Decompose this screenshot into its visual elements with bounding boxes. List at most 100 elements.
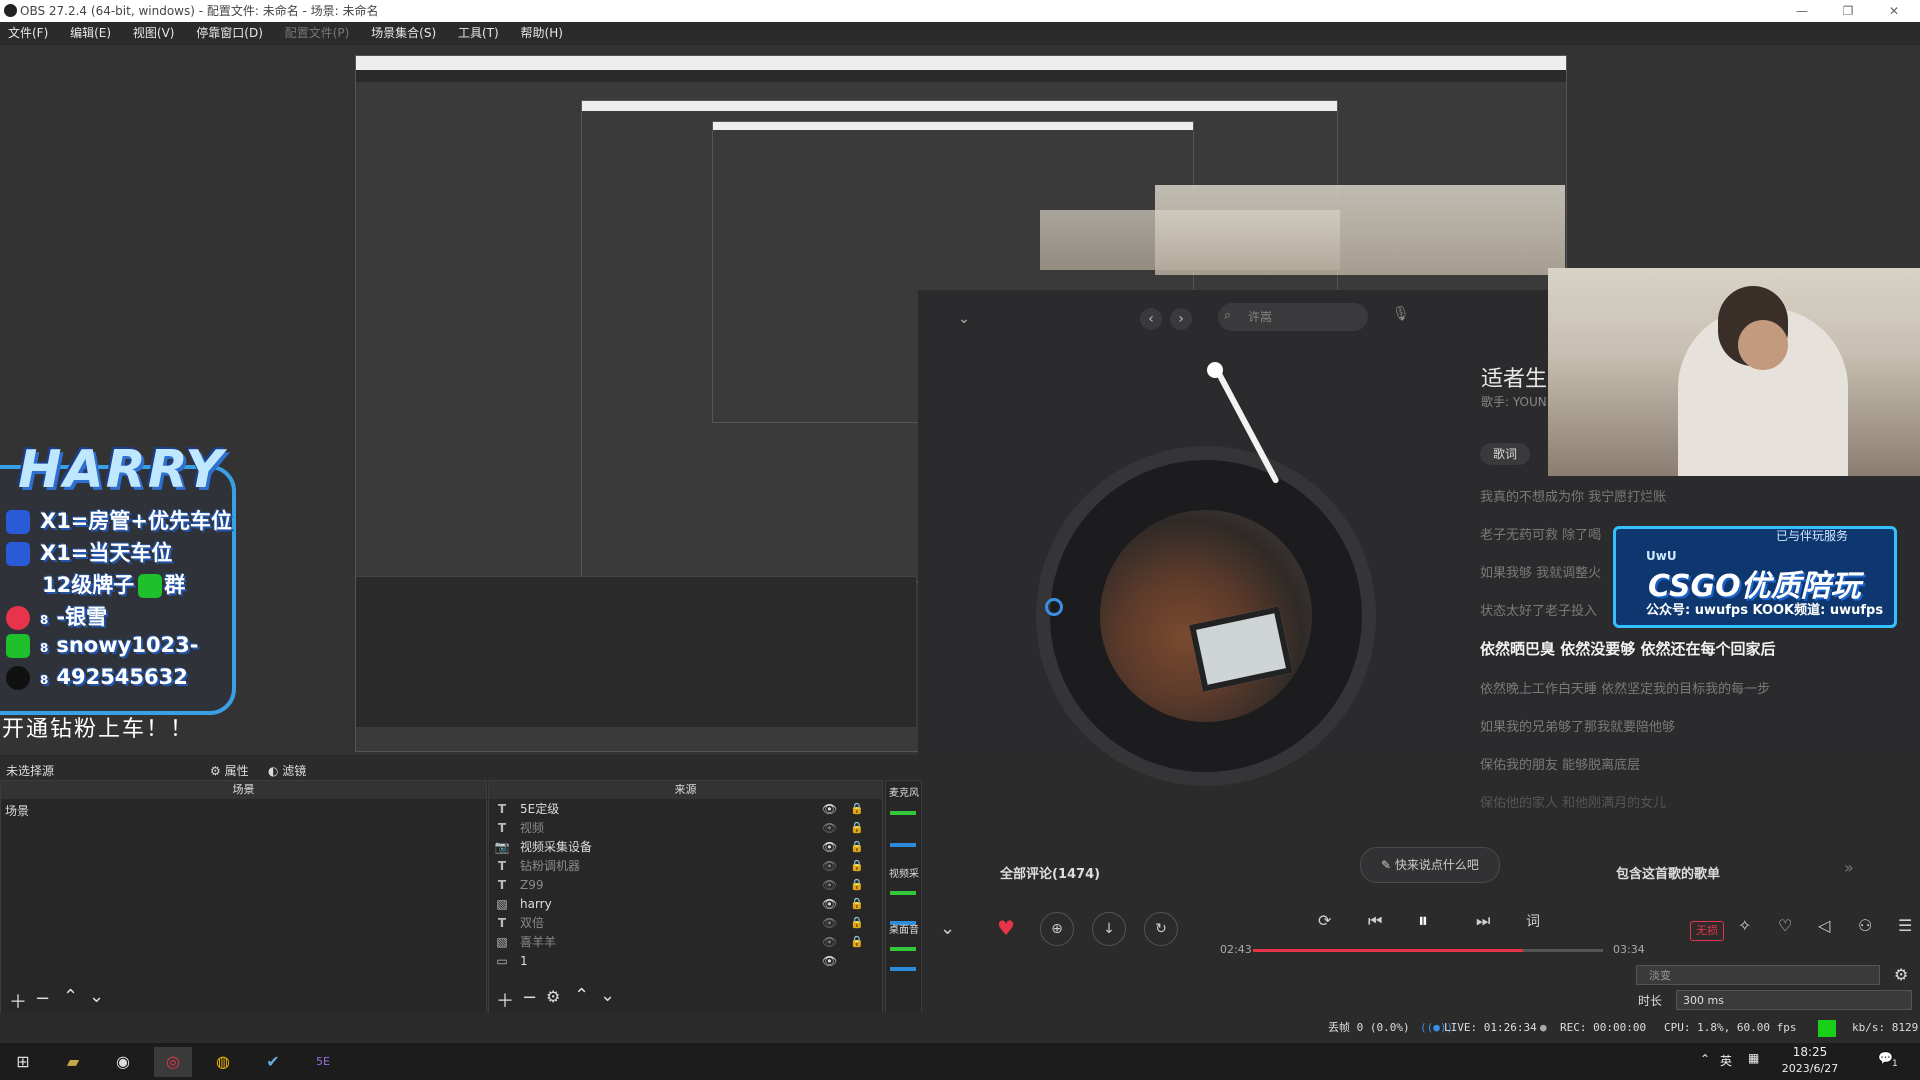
dropped-frames: 丢帧 0 (0.0%) bbox=[1328, 1021, 1410, 1034]
album-cover bbox=[1100, 510, 1312, 722]
steam-app-icon[interactable]: ✔ bbox=[254, 1047, 292, 1077]
transition-settings-icon[interactable]: ⚙ bbox=[1894, 965, 1908, 984]
obs-title-bar: OBS 27.2.4 (64-bit, windows) - 配置文件: 未命名… bbox=[0, 0, 1920, 22]
collapse-icon[interactable]: ⌄ bbox=[953, 308, 975, 330]
notification-icon[interactable]: 💬 bbox=[1878, 1051, 1893, 1065]
visibility-eye-icon[interactable]: 👁 bbox=[822, 840, 837, 854]
visibility-eye-icon[interactable]: 👁 bbox=[822, 821, 837, 835]
say-something-button[interactable]: ✎ 快来说点什么吧 bbox=[1360, 847, 1500, 883]
move-up-button[interactable]: ⌃ bbox=[574, 985, 589, 1006]
volume-slider[interactable] bbox=[890, 843, 916, 847]
tonearm-pivot bbox=[1207, 362, 1223, 378]
menu-edit[interactable]: 编辑(E) bbox=[70, 26, 111, 40]
menu-tools[interactable]: 工具(T) bbox=[458, 26, 499, 40]
comments-label[interactable]: 全部评论(1474) bbox=[1000, 863, 1100, 882]
visibility-eye-icon[interactable]: 👁 bbox=[822, 802, 837, 816]
lyric-line: 如果我够 我就调整火 bbox=[1480, 566, 1602, 581]
music-search-input[interactable]: 许嵩 bbox=[1218, 303, 1368, 331]
lyrics-toggle-button[interactable]: 词 bbox=[1526, 911, 1540, 931]
lock-icon[interactable]: 🔒 bbox=[850, 802, 864, 815]
5e-app-icon[interactable]: 5E bbox=[304, 1047, 342, 1077]
clock-date[interactable]: 2023/6/27 bbox=[1770, 1062, 1850, 1075]
lock-icon[interactable]: 🔒 bbox=[850, 821, 864, 834]
netease-music-app-icon[interactable]: ◎ bbox=[154, 1047, 192, 1077]
maximize-button[interactable]: ❐ bbox=[1826, 0, 1870, 22]
lock-icon[interactable]: 🔒 bbox=[850, 897, 864, 910]
menu-view[interactable]: 视图(V) bbox=[133, 26, 175, 40]
loop-icon[interactable]: ⟳ bbox=[1318, 911, 1331, 930]
move-down-button[interactable]: ⌄ bbox=[600, 985, 615, 1006]
move-down-button[interactable]: ⌄ bbox=[89, 986, 104, 1007]
mic-icon[interactable]: 🎙 bbox=[1392, 306, 1410, 322]
duration-input[interactable]: 300 ms bbox=[1676, 990, 1912, 1010]
visibility-eye-icon[interactable]: 👁 bbox=[822, 878, 837, 892]
volume-icon[interactable]: ◁ bbox=[1818, 916, 1830, 935]
add-to-playlist-icon[interactable]: ⊕ bbox=[1040, 912, 1074, 946]
playlist-queue-icon[interactable]: ☰ bbox=[1898, 916, 1912, 935]
audio-mixer: 麦克风 视频采 桌面音 bbox=[885, 780, 922, 1015]
lock-icon[interactable]: 🔒 bbox=[850, 859, 864, 872]
x1-icon bbox=[6, 510, 30, 534]
lock-icon[interactable]: 🔒 bbox=[850, 878, 864, 891]
forward-icon[interactable]: › bbox=[1170, 308, 1192, 330]
pause-icon[interactable]: ⏸ bbox=[1418, 908, 1428, 932]
menu-file[interactable]: 文件(F) bbox=[8, 26, 48, 40]
lossless-badge[interactable]: 无损 bbox=[1690, 921, 1724, 941]
next-icon[interactable]: ⏭ bbox=[1476, 911, 1490, 931]
chevron-right-icon[interactable]: » bbox=[1844, 858, 1854, 877]
close-button[interactable]: ✕ bbox=[1872, 0, 1916, 22]
listen-together-icon[interactable]: ⚇ bbox=[1858, 916, 1872, 935]
lyric-line: 我真的不想成为你 我宁愿打烂账 bbox=[1480, 490, 1667, 505]
playlists-label[interactable]: 包含这首歌的歌单 bbox=[1616, 863, 1720, 882]
ime-indicator[interactable]: 英 bbox=[1720, 1052, 1732, 1069]
windows-start-icon[interactable]: ⊞ bbox=[4, 1047, 42, 1077]
cpu-fps: CPU: 1.8%, 60.00 fps bbox=[1664, 1021, 1797, 1034]
previous-icon[interactable]: ⏮ bbox=[1368, 911, 1382, 931]
download-icon[interactable]: ↓ bbox=[1092, 912, 1126, 946]
info-line-5: 8 snowy1023- bbox=[6, 633, 199, 663]
csgo-app-icon[interactable]: ▰ bbox=[54, 1047, 92, 1077]
remove-scene-button[interactable]: − bbox=[35, 988, 50, 1009]
promo-text: 开通钻粉上车！！ bbox=[2, 717, 195, 742]
lock-icon[interactable]: 🔒 bbox=[850, 916, 864, 929]
visibility-eye-icon[interactable]: 👁 bbox=[822, 954, 837, 968]
minimize-button[interactable]: — bbox=[1780, 0, 1824, 22]
chrome-app-icon[interactable]: ◍ bbox=[204, 1047, 242, 1077]
visibility-eye-icon[interactable]: 👁 bbox=[822, 859, 837, 873]
menu-scene-collection[interactable]: 场景集合(S) bbox=[371, 26, 436, 40]
obs-app-icon[interactable]: ◉ bbox=[104, 1047, 142, 1077]
back-icon[interactable]: ‹ bbox=[1140, 308, 1162, 330]
effects-icon[interactable]: ✧ bbox=[1738, 916, 1751, 935]
progress-track[interactable] bbox=[1253, 949, 1603, 952]
menu-docks[interactable]: 停靠窗口(D) bbox=[196, 26, 263, 40]
progress-fill bbox=[1253, 949, 1523, 952]
menu-profile[interactable]: 配置文件(P) bbox=[285, 26, 350, 40]
collapse-player-icon[interactable]: ⌄ bbox=[940, 918, 955, 939]
keyboard-icon[interactable]: ▦ bbox=[1748, 1051, 1759, 1065]
song-singer[interactable]: 歌手: YOUN bbox=[1481, 393, 1547, 410]
heart-mode-icon[interactable]: ♡ bbox=[1778, 916, 1792, 935]
visibility-eye-icon[interactable]: 👁 bbox=[822, 935, 837, 949]
visibility-eye-icon[interactable]: 👁 bbox=[822, 897, 837, 911]
tray-expand-icon[interactable]: ⌃ bbox=[1700, 1052, 1710, 1066]
source-settings-icon[interactable]: ⚙ bbox=[546, 987, 560, 1006]
song-title: 适者生 bbox=[1481, 367, 1548, 392]
share-icon[interactable]: ↻ bbox=[1144, 912, 1178, 946]
like-heart-icon[interactable]: ♥ bbox=[990, 912, 1022, 944]
mixer-label: 麦克风 bbox=[889, 788, 919, 799]
volume-slider[interactable] bbox=[890, 967, 916, 971]
move-up-button[interactable]: ⌃ bbox=[63, 986, 78, 1007]
connection-status-indicator bbox=[1818, 1020, 1836, 1037]
add-scene-button[interactable]: ＋ bbox=[9, 988, 27, 1014]
webcam-feed bbox=[1548, 268, 1920, 476]
transition-select[interactable]: 淡变 bbox=[1636, 965, 1880, 985]
remove-source-button[interactable]: − bbox=[522, 987, 537, 1008]
lock-icon[interactable]: 🔒 bbox=[850, 935, 864, 948]
lyrics-tab[interactable]: 歌词 bbox=[1480, 443, 1530, 465]
visibility-eye-icon[interactable]: 👁 bbox=[822, 916, 837, 930]
clock-time[interactable]: 18:25 bbox=[1780, 1045, 1840, 1059]
mixer-label: 桌面音 bbox=[889, 925, 919, 936]
menu-help[interactable]: 帮助(H) bbox=[521, 26, 563, 40]
add-source-button[interactable]: ＋ bbox=[496, 987, 514, 1013]
lock-icon[interactable]: 🔒 bbox=[850, 840, 864, 853]
